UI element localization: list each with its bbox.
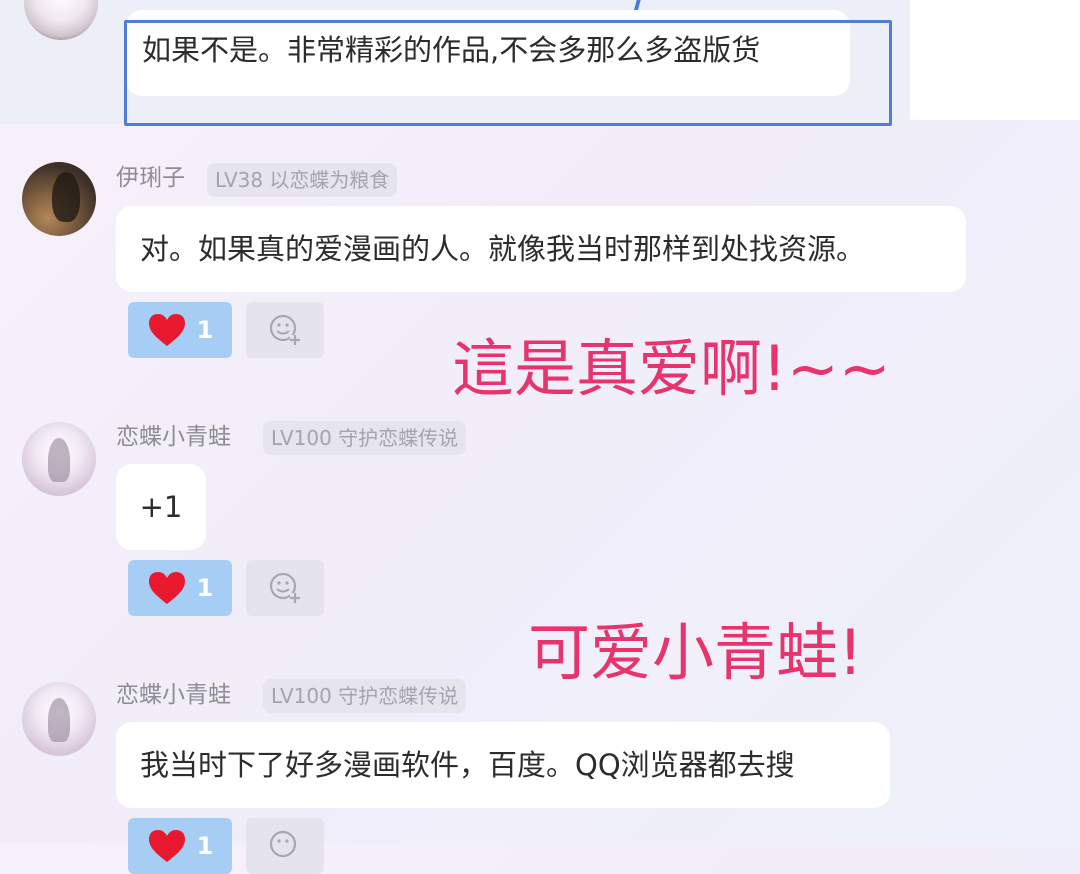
comment-bubble: 我当时下了好多漫画软件，百度。QQ浏览器都去搜 <box>116 722 890 808</box>
comment-text: 对。如果真的爱漫画的人。就像我当时那样到处找资源。 <box>140 231 866 266</box>
level-badge: LV100 守护恋蝶传说 <box>263 421 467 455</box>
like-count: 1 <box>196 832 214 860</box>
comment-text: 我当时下了好多漫画软件，百度。QQ浏览器都去搜 <box>140 747 795 782</box>
annotation-text: 這是真爱啊!~~ <box>452 332 891 405</box>
level-badge: LV100 守护恋蝶传说 <box>263 679 467 713</box>
like-button[interactable]: 1 <box>128 302 232 358</box>
add-reaction-button[interactable] <box>246 302 324 358</box>
username[interactable]: 恋蝶小青蛙 <box>116 426 231 449</box>
like-count: 1 <box>196 574 214 602</box>
add-reaction-icon <box>269 572 300 603</box>
like-button[interactable]: 1 <box>128 818 232 874</box>
blank-area <box>910 0 1080 120</box>
comment-text: +1 <box>139 489 183 524</box>
avatar[interactable] <box>22 682 96 756</box>
add-reaction-button[interactable] <box>246 818 324 874</box>
heart-icon <box>148 314 185 346</box>
like-button[interactable]: 1 <box>128 560 232 616</box>
heart-icon <box>148 830 185 862</box>
avatar[interactable] <box>22 422 96 496</box>
heart-icon <box>148 572 185 604</box>
add-reaction-icon <box>269 830 297 858</box>
username[interactable]: 伊琍子 <box>116 167 185 190</box>
like-count: 1 <box>196 316 214 344</box>
annotation-text: 可爱小青蛙! <box>528 616 863 689</box>
comment-bubble: 对。如果真的爱漫画的人。就像我当时那样到处找资源。 <box>116 206 966 292</box>
comment-bubble: +1 <box>116 464 206 550</box>
avatar[interactable] <box>22 162 96 236</box>
add-reaction-button[interactable] <box>246 560 324 616</box>
username[interactable]: 恋蝶小青蛙 <box>116 684 231 707</box>
level-badge: LV38 以恋蝶为粮食 <box>207 163 398 197</box>
add-reaction-icon <box>269 314 300 345</box>
highlight-box <box>124 20 892 126</box>
